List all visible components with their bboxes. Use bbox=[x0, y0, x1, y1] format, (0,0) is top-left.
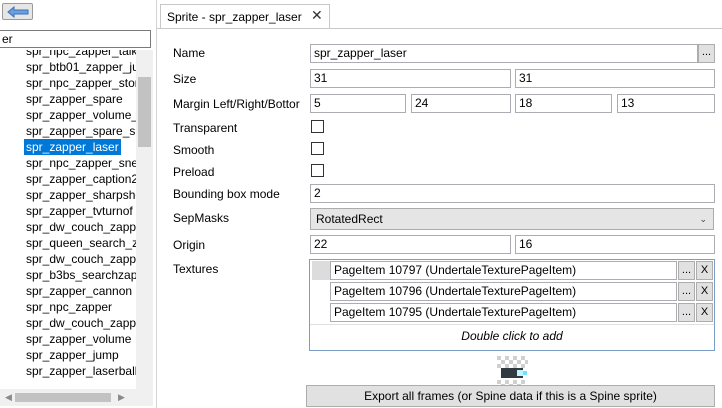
size-label: Size bbox=[173, 72, 197, 86]
tree-horizontal-scrollbar[interactable]: ◀ ▶ bbox=[0, 389, 153, 406]
texture-item[interactable]: PageItem 10795 (UndertaleTexturePageItem… bbox=[330, 303, 677, 322]
name-label: Name bbox=[173, 46, 206, 60]
preload-checkbox[interactable] bbox=[311, 164, 324, 177]
tree-item[interactable]: spr_dw_couch_zappe bbox=[24, 315, 136, 331]
sepmasks-label: SepMasks bbox=[173, 211, 230, 225]
tree-item[interactable]: spr_zapper_spare_sh bbox=[24, 123, 136, 139]
texture-browse-button[interactable]: ... bbox=[678, 261, 695, 280]
texture-remove-button[interactable]: X bbox=[696, 261, 713, 280]
texture-browse-button[interactable]: ... bbox=[678, 303, 695, 322]
bounding-box-label: Bounding box mode bbox=[173, 187, 280, 201]
tree-item[interactable]: spr_zapper_jump bbox=[24, 347, 121, 363]
back-button[interactable] bbox=[2, 3, 33, 20]
tree-item[interactable]: spr_zapper_cannon bbox=[24, 283, 134, 299]
tree-item[interactable]: spr_zapper_laser bbox=[24, 139, 121, 155]
size-width-field[interactable]: 31 bbox=[310, 69, 511, 88]
smooth-label: Smooth bbox=[173, 143, 215, 157]
tree-item[interactable]: spr_zapper_laserball bbox=[24, 363, 136, 379]
smooth-checkbox[interactable] bbox=[311, 142, 324, 155]
tree-horizontal-scroll-thumb[interactable] bbox=[15, 393, 111, 402]
bounding-box-field[interactable]: 2 bbox=[310, 184, 715, 203]
textures-add-hint[interactable]: Double click to add bbox=[310, 329, 714, 343]
origin-x-field[interactable]: 22 bbox=[310, 235, 511, 254]
tree-item[interactable]: spr_queen_search_za bbox=[24, 235, 136, 251]
origin-y-field[interactable]: 16 bbox=[515, 235, 715, 254]
tree-item[interactable]: spr_zapper_volume bbox=[24, 331, 133, 347]
asset-tree-list: spr_npc_zapper_talk spr_btb01_zapper_ju sp… bbox=[0, 50, 136, 390]
asset-tree-panel: er spr_npc_zapper_talk spr_btb01_zapper_j… bbox=[0, 0, 157, 408]
scroll-right-icon[interactable]: ▶ bbox=[113, 389, 130, 406]
origin-label: Origin bbox=[173, 238, 206, 252]
preload-label: Preload bbox=[173, 165, 215, 179]
texture-item[interactable]: PageItem 10797 (UndertaleTexturePageItem… bbox=[330, 261, 677, 280]
name-field[interactable]: spr_zapper_laser bbox=[310, 44, 698, 63]
export-frames-button[interactable]: Export all frames (or Spine data if this… bbox=[306, 385, 715, 407]
tree-item[interactable]: spr_npc_zapper_sne bbox=[24, 155, 136, 171]
tree-item[interactable]: spr_zapper_tvturnof bbox=[24, 203, 135, 219]
textures-label: Textures bbox=[173, 262, 219, 276]
close-icon[interactable]: ✕ bbox=[311, 7, 323, 24]
tab-sprite-editor[interactable]: Sprite - spr_zapper_laser ✕ bbox=[160, 4, 330, 29]
texture-row-header[interactable] bbox=[312, 261, 330, 280]
margin-right-field[interactable]: 24 bbox=[411, 94, 511, 113]
tree-item[interactable]: spr_npc_zapper_stor bbox=[24, 75, 136, 91]
name-browse-button[interactable]: ... bbox=[698, 44, 715, 63]
tab-label: Sprite - spr_zapper_laser bbox=[167, 10, 302, 24]
sepmasks-value: RotatedRect bbox=[316, 212, 383, 226]
texture-browse-button[interactable]: ... bbox=[678, 282, 695, 301]
size-height-field[interactable]: 31 bbox=[515, 69, 715, 88]
tree-vertical-scroll-thumb[interactable] bbox=[138, 77, 151, 147]
tree-item[interactable]: spr_dw_couch_zappe bbox=[24, 251, 136, 267]
sepmasks-select[interactable]: RotatedRect ⌄ bbox=[310, 208, 714, 230]
tree-item[interactable]: spr_npc_zapper bbox=[24, 299, 114, 315]
tree-vertical-scrollbar[interactable] bbox=[136, 50, 153, 390]
tree-item[interactable]: spr_npc_zapper_talk bbox=[24, 50, 136, 59]
textures-list[interactable]: PageItem 10797 (UndertaleTexturePageItem… bbox=[309, 259, 715, 351]
tree-item[interactable]: spr_dw_couch_zappe bbox=[24, 219, 136, 235]
margin-left-field[interactable]: 5 bbox=[310, 94, 406, 113]
tree-item[interactable]: spr_zapper_sharpsho bbox=[24, 187, 136, 203]
texture-remove-button[interactable]: X bbox=[696, 282, 713, 301]
tree-item[interactable]: spr_zapper_volume_ bbox=[24, 107, 136, 123]
texture-remove-button[interactable]: X bbox=[696, 303, 713, 322]
tree-item[interactable]: spr_zapper_spare bbox=[24, 91, 125, 107]
tree-item[interactable]: spr_zapper_caption2 bbox=[24, 171, 136, 187]
tree-search-input[interactable]: er bbox=[0, 30, 151, 48]
margin-top-field[interactable]: 13 bbox=[617, 94, 715, 113]
texture-item[interactable]: PageItem 10796 (UndertaleTexturePageItem… bbox=[330, 282, 677, 301]
arrow-left-icon bbox=[7, 6, 29, 18]
sprite-preview-image bbox=[497, 356, 528, 387]
chevron-down-icon: ⌄ bbox=[699, 214, 707, 224]
tree-item[interactable]: spr_b3bs_searchzapp bbox=[24, 267, 136, 283]
textures-divider bbox=[310, 324, 714, 325]
margin-bottom-field[interactable]: 18 bbox=[515, 94, 612, 113]
transparent-label: Transparent bbox=[173, 121, 238, 135]
margin-label: Margin Left/Right/Bottor bbox=[173, 97, 300, 111]
tab-divider bbox=[157, 28, 722, 29]
tree-item[interactable]: spr_btb01_zapper_ju bbox=[24, 59, 136, 75]
transparent-checkbox[interactable] bbox=[311, 120, 324, 133]
